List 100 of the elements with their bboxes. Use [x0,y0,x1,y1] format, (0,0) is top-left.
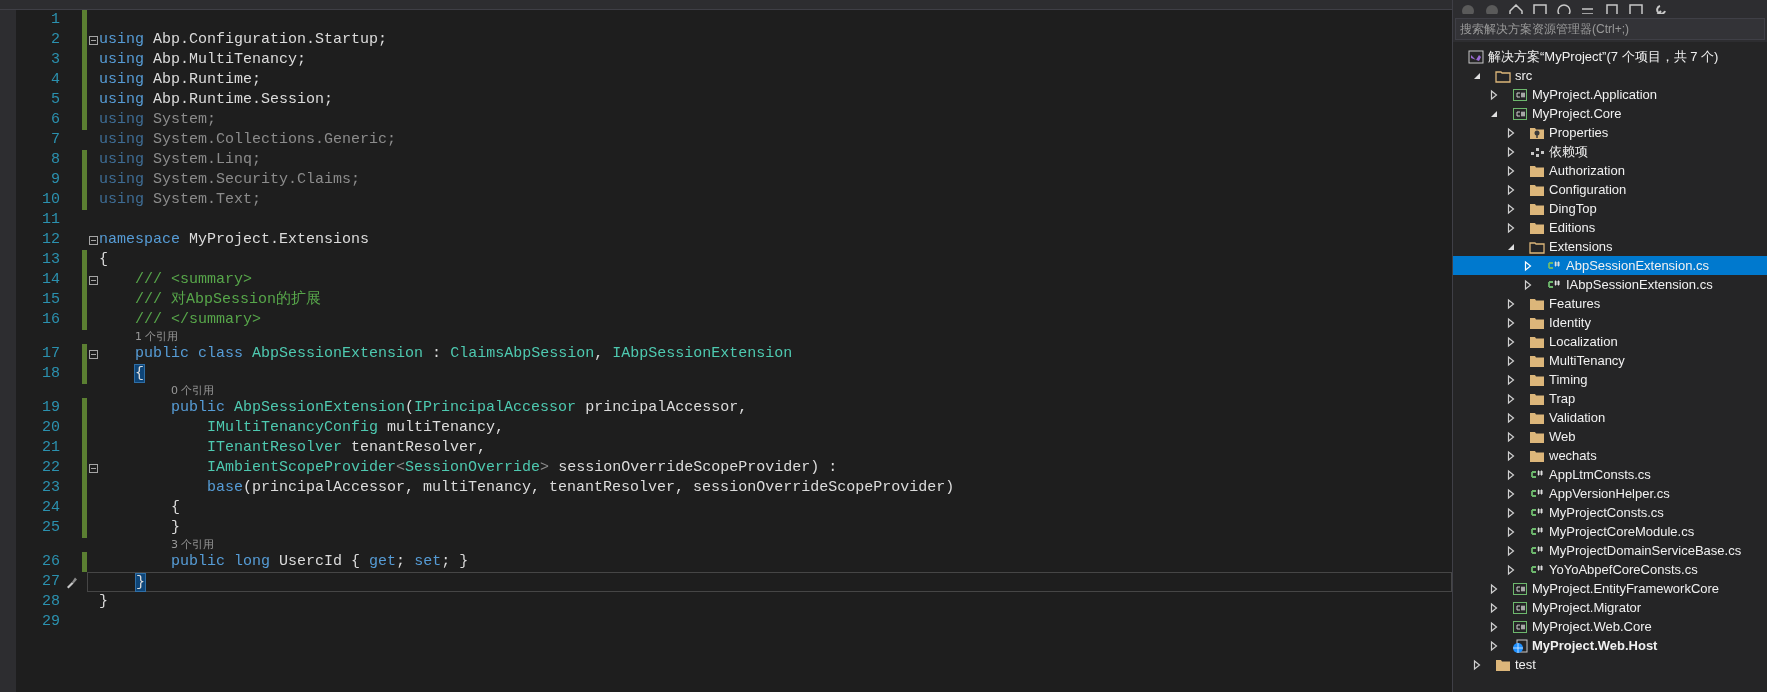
collapsed-arrow-icon[interactable] [1505,335,1517,348]
collapsed-arrow-icon[interactable] [1505,183,1517,196]
code-line: } [170,518,181,538]
code-line: } [99,592,108,612]
tree-item[interactable]: MyProject.Application [1453,85,1767,104]
tree-item[interactable]: Editions [1453,218,1767,237]
collapsed-arrow-icon[interactable] [1488,601,1500,614]
tree-item[interactable]: Localization [1453,332,1767,351]
home-icon[interactable] [1509,4,1523,14]
collapsed-arrow-icon[interactable] [1505,525,1517,538]
collapsed-arrow-icon[interactable] [1505,126,1517,139]
line-number: 13 [41,250,60,270]
collapse-icon[interactable] [88,275,98,285]
collapsed-arrow-icon[interactable] [1505,411,1517,424]
line-number: 23 [41,478,60,498]
tree-item[interactable]: Features [1453,294,1767,313]
tree-item[interactable]: wechats [1453,446,1767,465]
collapse-icon[interactable] [88,235,98,245]
tree-item[interactable]: MyProjectDomainServiceBase.cs [1453,541,1767,560]
line-number: 9 [50,170,60,190]
tree-item[interactable]: AbpSessionExtension.cs [1453,256,1767,275]
collapsed-arrow-icon[interactable] [1505,563,1517,576]
collapsed-arrow-icon[interactable] [1488,582,1500,595]
tree-item[interactable]: MyProject.EntityFrameworkCore [1453,579,1767,598]
tree-item[interactable]: 依赖项 [1453,142,1767,161]
tree-item[interactable]: MultiTenancy [1453,351,1767,370]
csharp-project-icon [1512,86,1528,103]
line-number: 18 [41,364,60,384]
tree-item[interactable]: Identity [1453,313,1767,332]
tree-item[interactable]: Web [1453,427,1767,446]
collapsed-arrow-icon[interactable] [1505,373,1517,386]
tree-item[interactable]: MyProjectCoreModule.cs [1453,522,1767,541]
code-line: base(principalAccessor, multiTenancy, tenantResolver, sessionOverrideScopeProvider) [206,478,955,498]
tree-item[interactable]: DingTop [1453,199,1767,218]
tree-item[interactable]: IAbpSessionExtension.cs [1453,275,1767,294]
collapsed-arrow-icon[interactable] [1505,449,1517,462]
solution-icon [1468,48,1484,65]
collapse-icon[interactable] [88,463,98,473]
collapsed-arrow-icon[interactable] [1488,620,1500,633]
collapsed-arrow-icon[interactable] [1505,164,1517,177]
tree-item[interactable]: MyProject.Web.Host [1453,636,1767,655]
collapsed-arrow-icon[interactable] [1505,316,1517,329]
collapsed-arrow-icon[interactable] [1505,430,1517,443]
collapsed-arrow-icon[interactable] [1505,506,1517,519]
collapsed-arrow-icon[interactable] [1505,392,1517,405]
search-field[interactable]: 搜索解决方案资源管理器(Ctrl+;) [1455,18,1765,40]
tree-item[interactable]: Validation [1453,408,1767,427]
line-number: 19 [41,398,60,418]
codelens-link[interactable]: 1 个引用 [135,330,179,344]
code-line: using System.Text; [99,190,262,210]
collapsed-arrow-icon[interactable] [1505,221,1517,234]
tree-item[interactable]: Trap [1453,389,1767,408]
collapsed-arrow-icon[interactable] [1522,278,1534,291]
tree-item[interactable]: Extensions [1453,237,1767,256]
codelens-link[interactable]: 3 个引用 [171,538,215,552]
csharp-project-icon [1512,599,1528,616]
tree-item[interactable]: AppVersionHelper.cs [1453,484,1767,503]
code-line: using System; [99,110,217,130]
code-line: using Abp.Runtime; [99,70,262,90]
tree-item[interactable]: AppLtmConsts.cs [1453,465,1767,484]
tree-item[interactable]: YoYoAbpefCoreConsts.cs [1453,560,1767,579]
tree-item[interactable]: Properties [1453,123,1767,142]
csharp-project-icon [1512,580,1528,597]
tree-item[interactable]: Authorization [1453,161,1767,180]
tree-item[interactable]: MyProject.Migrator [1453,598,1767,617]
collapsed-arrow-icon[interactable] [1505,297,1517,310]
collapsed-arrow-icon[interactable] [1505,487,1517,500]
collapsed-arrow-icon[interactable] [1505,145,1517,158]
tree-item[interactable]: MyProjectConsts.cs [1453,503,1767,522]
line-number: 6 [50,110,60,130]
tree-item[interactable]: 解决方案“MyProject”(7 个项目，共 7 个) [1453,47,1767,66]
tree-item[interactable]: src [1453,66,1767,85]
tree-item[interactable]: test [1453,655,1767,674]
collapsed-arrow-icon[interactable] [1522,259,1534,272]
line-number: 22 [41,458,60,478]
collapsed-arrow-icon[interactable] [1488,639,1500,652]
collapsed-arrow-icon[interactable] [1505,202,1517,215]
collapsed-arrow-icon[interactable] [1505,468,1517,481]
code-line: using System.Security.Claims; [99,170,361,190]
tree-item[interactable]: MyProject.Web.Core [1453,617,1767,636]
tree-item[interactable]: Configuration [1453,180,1767,199]
code-line: { [99,250,108,270]
line-number: 26 [41,552,60,572]
codelens-link[interactable]: 0 个引用 [171,384,215,398]
code-line: using Abp.Runtime.Session; [99,90,334,110]
tree-item[interactable]: MyProject.Core [1453,104,1767,123]
collapsed-arrow-icon[interactable] [1505,354,1517,367]
collapsed-arrow-icon[interactable] [1505,544,1517,557]
code-line: namespace MyProject.Extensions [99,230,370,250]
line-number: 17 [41,344,60,364]
code-line: public AbpSessionExtension(IPrincipalAccessor principalAccessor, [170,398,748,418]
collapsed-arrow-icon[interactable] [1488,88,1500,101]
code-line: using Abp.MultiTenancy; [99,50,307,70]
collapsed-arrow-icon[interactable] [1471,658,1483,671]
collapse-icon[interactable] [88,35,98,45]
line-number: 5 [50,90,60,110]
line-number: 8 [50,150,60,170]
code-line: using System.Linq; [99,150,262,170]
collapse-icon[interactable] [88,349,98,359]
tree-item[interactable]: Timing [1453,370,1767,389]
